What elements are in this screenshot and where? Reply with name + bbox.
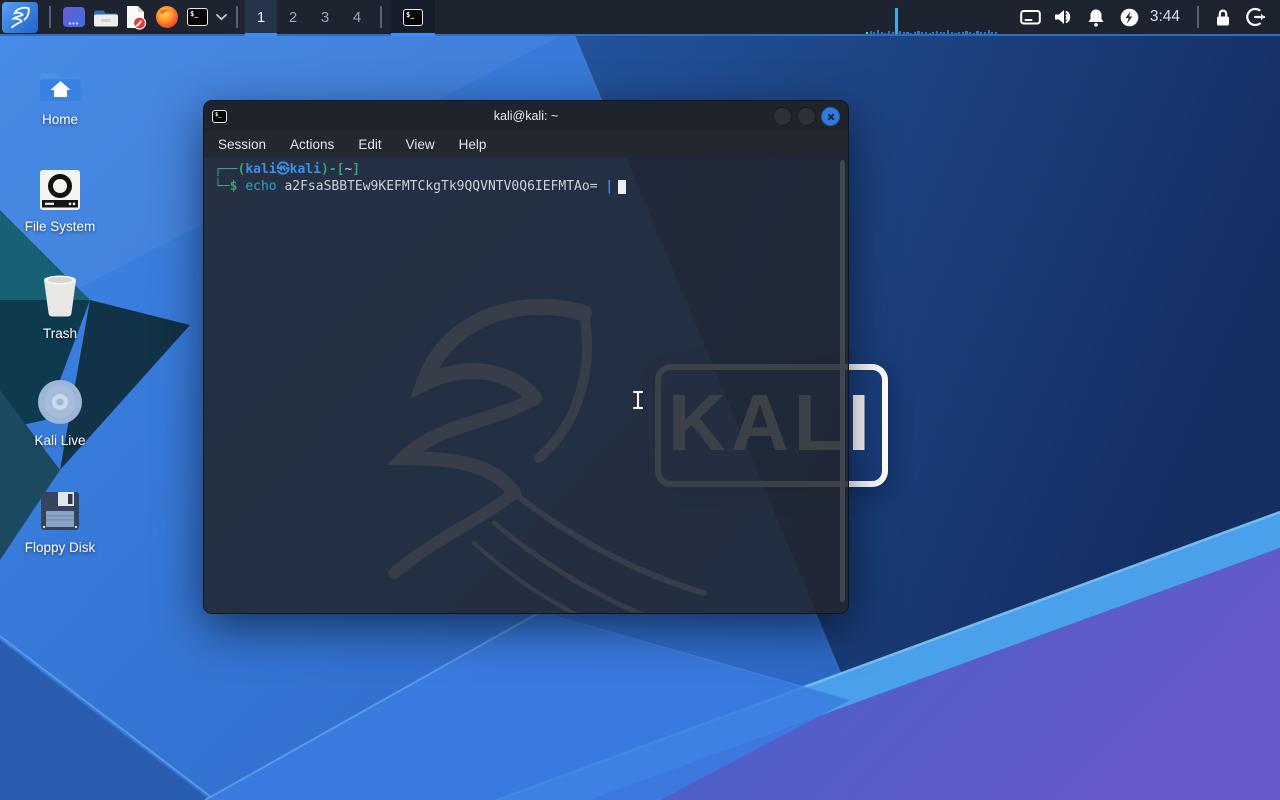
terminal-icon: $_ xyxy=(187,8,208,26)
bell-icon xyxy=(1088,9,1104,27)
desktop-icon-trash[interactable]: Trash xyxy=(0,266,120,368)
lock-icon xyxy=(1216,9,1229,25)
prompt-line-2: └─$ echo a2FsaSBBTEw9KEFMTCkgTk9QQVNTV0Q… xyxy=(214,178,838,195)
minimize-button[interactable] xyxy=(773,106,792,126)
panel-separator xyxy=(236,6,238,28)
launcher-terminal[interactable]: $_ xyxy=(182,1,213,33)
menu-edit[interactable]: Edit xyxy=(358,137,381,152)
notifications-tray-button[interactable] xyxy=(1080,0,1113,34)
home-folder-icon xyxy=(37,52,83,104)
command-text: echo xyxy=(245,179,277,194)
app-grid-icon xyxy=(62,7,85,27)
cd-disc-icon xyxy=(37,373,83,425)
window-title: kali@kali: ~ xyxy=(493,109,559,123)
keyboard-tray-button[interactable] xyxy=(1014,0,1047,34)
panel-separator xyxy=(49,6,51,28)
prompt-dollar: └─$ xyxy=(214,179,238,194)
desktop-icon-label: Floppy Disk xyxy=(24,540,96,555)
launcher-text-editor[interactable] xyxy=(120,1,151,33)
terminal-text-cursor xyxy=(618,180,627,194)
launcher-dropdown-chevron[interactable] xyxy=(213,13,229,21)
launcher-file-manager[interactable] xyxy=(89,1,120,33)
launcher-firefox[interactable] xyxy=(151,1,182,33)
text-editor-icon xyxy=(127,5,147,30)
panel-separator xyxy=(380,6,382,28)
kali-logo-icon xyxy=(11,6,30,29)
launcher-app-grid[interactable] xyxy=(58,1,89,33)
terminal-title-bar[interactable]: $_ kali@kali: ~ xyxy=(204,101,848,131)
desktop-icon-floppy-disk[interactable]: Floppy Disk xyxy=(0,480,120,582)
desktop-icon-label: Kali Live xyxy=(34,433,86,448)
lock-screen-button[interactable] xyxy=(1206,0,1239,34)
logout-icon xyxy=(1245,7,1265,27)
menu-session[interactable]: Session xyxy=(218,137,266,152)
prompt-frame: ┌──( xyxy=(214,162,246,177)
desktop-icon-kali-live[interactable]: Kali Live xyxy=(0,373,120,475)
trash-bin-icon xyxy=(40,266,80,318)
keyboard-icon xyxy=(1020,10,1041,25)
file-manager-icon xyxy=(93,10,118,27)
menu-view[interactable]: View xyxy=(406,137,435,152)
maximize-button[interactable] xyxy=(797,106,816,126)
logout-button[interactable] xyxy=(1239,0,1272,34)
workspace-4[interactable]: 4 xyxy=(341,0,373,34)
terminal-window: $_ kali@kali: ~ Session Actions Edit Vie… xyxy=(203,100,849,614)
power-manager-tray-button[interactable] xyxy=(1113,0,1146,34)
pipe-character: | xyxy=(605,179,614,194)
kali-desktop: KALI Home File System xyxy=(0,0,1280,800)
desktop-icon-label: Home xyxy=(41,112,78,127)
floppy-disk-icon xyxy=(39,480,81,532)
taskbar-terminal-button[interactable]: $_ xyxy=(391,0,435,36)
terminal-scrollbar[interactable] xyxy=(840,160,845,602)
network-graph[interactable] xyxy=(865,0,1004,34)
volume-icon xyxy=(1055,10,1071,24)
prompt-frame: )-[ xyxy=(320,162,345,177)
kali-dragon-watermark xyxy=(387,298,707,613)
menu-help[interactable]: Help xyxy=(459,137,487,152)
close-button[interactable] xyxy=(821,106,840,126)
prompt-line-1: ┌──(kali㉿kali)-[~] xyxy=(214,161,838,178)
top-panel: $_ 1 2 3 4 $_ 3:44 xyxy=(0,0,1280,36)
panel-separator xyxy=(1197,6,1199,28)
firefox-icon xyxy=(155,6,178,28)
prompt-frame: ] xyxy=(352,162,361,177)
workspace-1[interactable]: 1 xyxy=(245,0,277,36)
desktop-icon-label: File System xyxy=(24,219,96,234)
workspace-3[interactable]: 3 xyxy=(309,0,341,34)
prompt-user-host: kali㉿kali xyxy=(245,162,321,177)
menu-actions[interactable]: Actions xyxy=(290,137,334,152)
chevron-down-icon xyxy=(215,13,227,20)
desktop-icon-label: Trash xyxy=(42,326,77,341)
applications-menu-button[interactable] xyxy=(2,1,38,33)
desktop-icon-file-system[interactable]: File System xyxy=(0,159,120,261)
workspace-2[interactable]: 2 xyxy=(277,0,309,34)
terminal-icon: $_ xyxy=(403,8,423,26)
terminal-content[interactable]: ┌──(kali㉿kali)-[~] └─$ echo a2FsaSBBTEw9… xyxy=(204,158,848,613)
power-bolt-icon xyxy=(1120,8,1139,26)
panel-clock[interactable]: 3:44 xyxy=(1146,8,1190,26)
file-system-drive-icon xyxy=(39,159,81,211)
volume-tray-button[interactable] xyxy=(1047,0,1080,34)
command-argument: a2FsaSBBTEw9KEFMTCkgTk9QQVNTV0Q6IEFMTAo= xyxy=(284,179,598,194)
terminal-menu-bar: Session Actions Edit View Help xyxy=(204,131,848,158)
desktop-icon-home[interactable]: Home xyxy=(0,52,120,154)
